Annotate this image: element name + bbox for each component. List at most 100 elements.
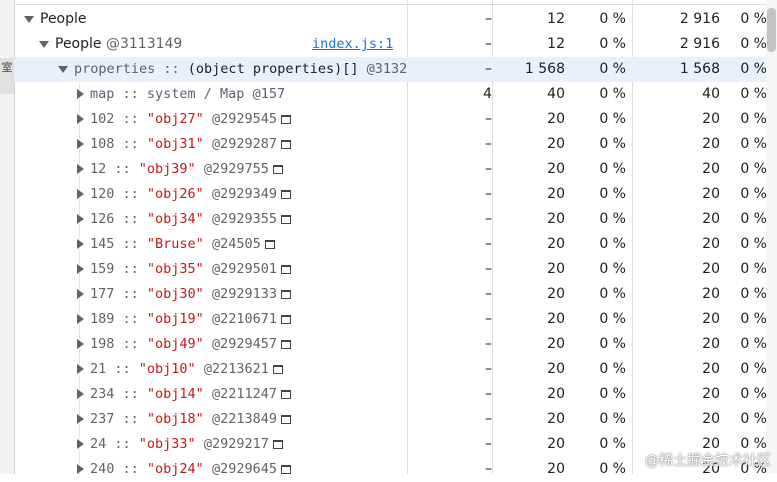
expand-triangle-right-icon[interactable] <box>77 214 84 224</box>
retained-size-cell: 2 916 <box>679 11 720 27</box>
tree-row[interactable]: 189 :: "obj19" @2210671 – 20 0 % 20 0 % <box>14 307 767 332</box>
expand-triangle-down-icon[interactable] <box>58 65 68 73</box>
property-key: 21 <box>90 361 107 377</box>
property-key: 159 <box>90 261 115 277</box>
separator <box>204 411 212 427</box>
tree-row[interactable]: People – 12 0 % 2 916 0 % <box>14 7 767 32</box>
object-id: @24505 <box>211 236 261 252</box>
expand-triangle-right-icon[interactable] <box>77 414 84 424</box>
expand-triangle-right-icon[interactable] <box>77 239 84 249</box>
separator: :: <box>114 186 147 202</box>
property-key: map <box>90 86 115 102</box>
separator: :: <box>114 261 147 277</box>
shallow-size-percent-cell: 0 % <box>599 186 626 202</box>
shallow-size-percent-cell: 0 % <box>599 111 626 127</box>
tree-row[interactable]: 21 :: "obj10" @2213621 – 20 0 % 20 0 % <box>14 357 767 382</box>
source-link[interactable]: index.js:1 <box>312 32 393 57</box>
separator <box>204 236 212 252</box>
object-name-cell: 189 :: "obj19" @2210671 <box>14 307 407 332</box>
shallow-size-cell: 20 <box>547 186 565 202</box>
tree-row[interactable]: properties :: (object properties)[] @313… <box>14 57 767 82</box>
vertical-scrollbar[interactable] <box>766 0 777 474</box>
expand-triangle-right-icon[interactable] <box>77 439 84 449</box>
object-name-cell: 102 :: "obj27" @2929545 <box>14 107 407 132</box>
expand-triangle-right-icon[interactable] <box>77 139 84 149</box>
string-value: "obj33" <box>138 436 196 452</box>
shallow-size-cell: 20 <box>547 136 565 152</box>
tree-row[interactable]: 145 :: "Bruse" @24505 – 20 0 % 20 0 % <box>14 232 767 257</box>
shallow-size-percent-cell: 0 % <box>599 11 626 27</box>
tree-row[interactable]: 234 :: "obj14" @2211247 – 20 0 % 20 0 % <box>14 382 767 407</box>
window-icon <box>264 239 275 249</box>
expand-triangle-right-icon[interactable] <box>77 189 84 199</box>
constructor-name: People <box>55 36 102 52</box>
shallow-size-percent-cell: 0 % <box>599 436 626 452</box>
distance-cell: – <box>485 311 492 327</box>
tree-row[interactable]: 120 :: "obj26" @2929349 – 20 0 % 20 0 % <box>14 182 767 207</box>
separator: :: <box>114 86 147 102</box>
tree-row[interactable]: 159 :: "obj35" @2929501 – 20 0 % 20 0 % <box>14 257 767 282</box>
expand-triangle-right-icon[interactable] <box>77 114 84 124</box>
separator: :: <box>114 286 147 302</box>
object-name-cell: People <box>14 7 407 32</box>
distance-cell: – <box>485 261 492 277</box>
expand-triangle-right-icon[interactable] <box>77 339 84 349</box>
header-border <box>14 0 777 5</box>
property-key: 102 <box>90 111 115 127</box>
expand-triangle-right-icon[interactable] <box>77 264 84 274</box>
expand-triangle-right-icon[interactable] <box>77 314 84 324</box>
string-value: "obj31" <box>146 136 204 152</box>
expand-triangle-right-icon[interactable] <box>77 389 84 399</box>
tree-row[interactable]: People @3113149 index.js:1 – 12 0 % 2 916 0 % <box>14 32 767 57</box>
string-value: "obj49" <box>146 336 204 352</box>
retained-size-cell: 20 <box>702 161 720 177</box>
expand-triangle-right-icon[interactable] <box>77 164 84 174</box>
object-name-cell: People @3113149 index.js:1 <box>14 32 407 57</box>
retained-size-cell: 20 <box>702 136 720 152</box>
retained-size-percent-cell: 0 % <box>740 386 767 402</box>
retained-size-percent-cell: 0 % <box>740 36 767 52</box>
shallow-size-percent-cell: 0 % <box>599 461 626 477</box>
retained-size-cell: 1 568 <box>679 61 720 77</box>
tree-row[interactable]: 198 :: "obj49" @2929457 – 20 0 % 20 0 % <box>14 332 767 357</box>
property-key: 177 <box>90 286 115 302</box>
shallow-size-percent-cell: 0 % <box>599 61 626 77</box>
tree-row[interactable]: map :: system / Map @157 4 40 0 % 40 0 % <box>14 82 767 107</box>
scrollbar-thumb[interactable] <box>767 8 776 52</box>
window-icon <box>280 264 291 274</box>
expand-triangle-right-icon[interactable] <box>77 464 84 474</box>
shallow-size-percent-cell: 0 % <box>599 261 626 277</box>
window-icon <box>280 314 291 324</box>
expand-triangle-down-icon[interactable] <box>39 40 49 48</box>
retained-size-percent-cell: 0 % <box>740 311 767 327</box>
shallow-size-cell: 1 568 <box>524 61 565 77</box>
shallow-size-cell: 20 <box>547 311 565 327</box>
separator: :: <box>114 411 147 427</box>
expand-triangle-right-icon[interactable] <box>77 364 84 374</box>
retained-size-cell: 20 <box>702 236 720 252</box>
tree-row[interactable]: 102 :: "obj27" @2929545 – 20 0 % 20 0 % <box>14 107 767 132</box>
object-name-cell: map :: system / Map @157 <box>14 82 407 107</box>
expand-triangle-right-icon[interactable] <box>77 89 84 99</box>
retained-size-cell: 20 <box>702 386 720 402</box>
string-value: "obj34" <box>146 211 204 227</box>
separator: :: <box>106 161 139 177</box>
distance-cell: – <box>485 411 492 427</box>
tree-row[interactable]: 108 :: "obj31" @2929287 – 20 0 % 20 0 % <box>14 132 767 157</box>
tree-row[interactable]: 237 :: "obj18" @2213849 – 20 0 % 20 0 % <box>14 407 767 432</box>
side-tab-fragment[interactable]: 室 <box>0 58 14 94</box>
object-id: @2211247 <box>211 386 277 402</box>
shallow-size-cell: 20 <box>547 236 565 252</box>
tree-row[interactable]: 126 :: "obj34" @2929355 – 20 0 % 20 0 % <box>14 207 767 232</box>
window-icon <box>280 139 291 149</box>
object-name-cell: 198 :: "obj49" @2929457 <box>14 332 407 357</box>
tree-row[interactable]: 177 :: "obj30" @2929133 – 20 0 % 20 0 % <box>14 282 767 307</box>
retained-size-cell: 40 <box>702 86 720 102</box>
expand-triangle-down-icon[interactable] <box>24 15 34 23</box>
shallow-size-cell: 20 <box>547 211 565 227</box>
expand-triangle-right-icon[interactable] <box>77 289 84 299</box>
object-name-cell: 12 :: "obj39" @2929755 <box>14 157 407 182</box>
tree-row[interactable]: 12 :: "obj39" @2929755 – 20 0 % 20 0 % <box>14 157 767 182</box>
object-id: @3132 <box>366 61 407 77</box>
retained-size-percent-cell: 0 % <box>740 286 767 302</box>
